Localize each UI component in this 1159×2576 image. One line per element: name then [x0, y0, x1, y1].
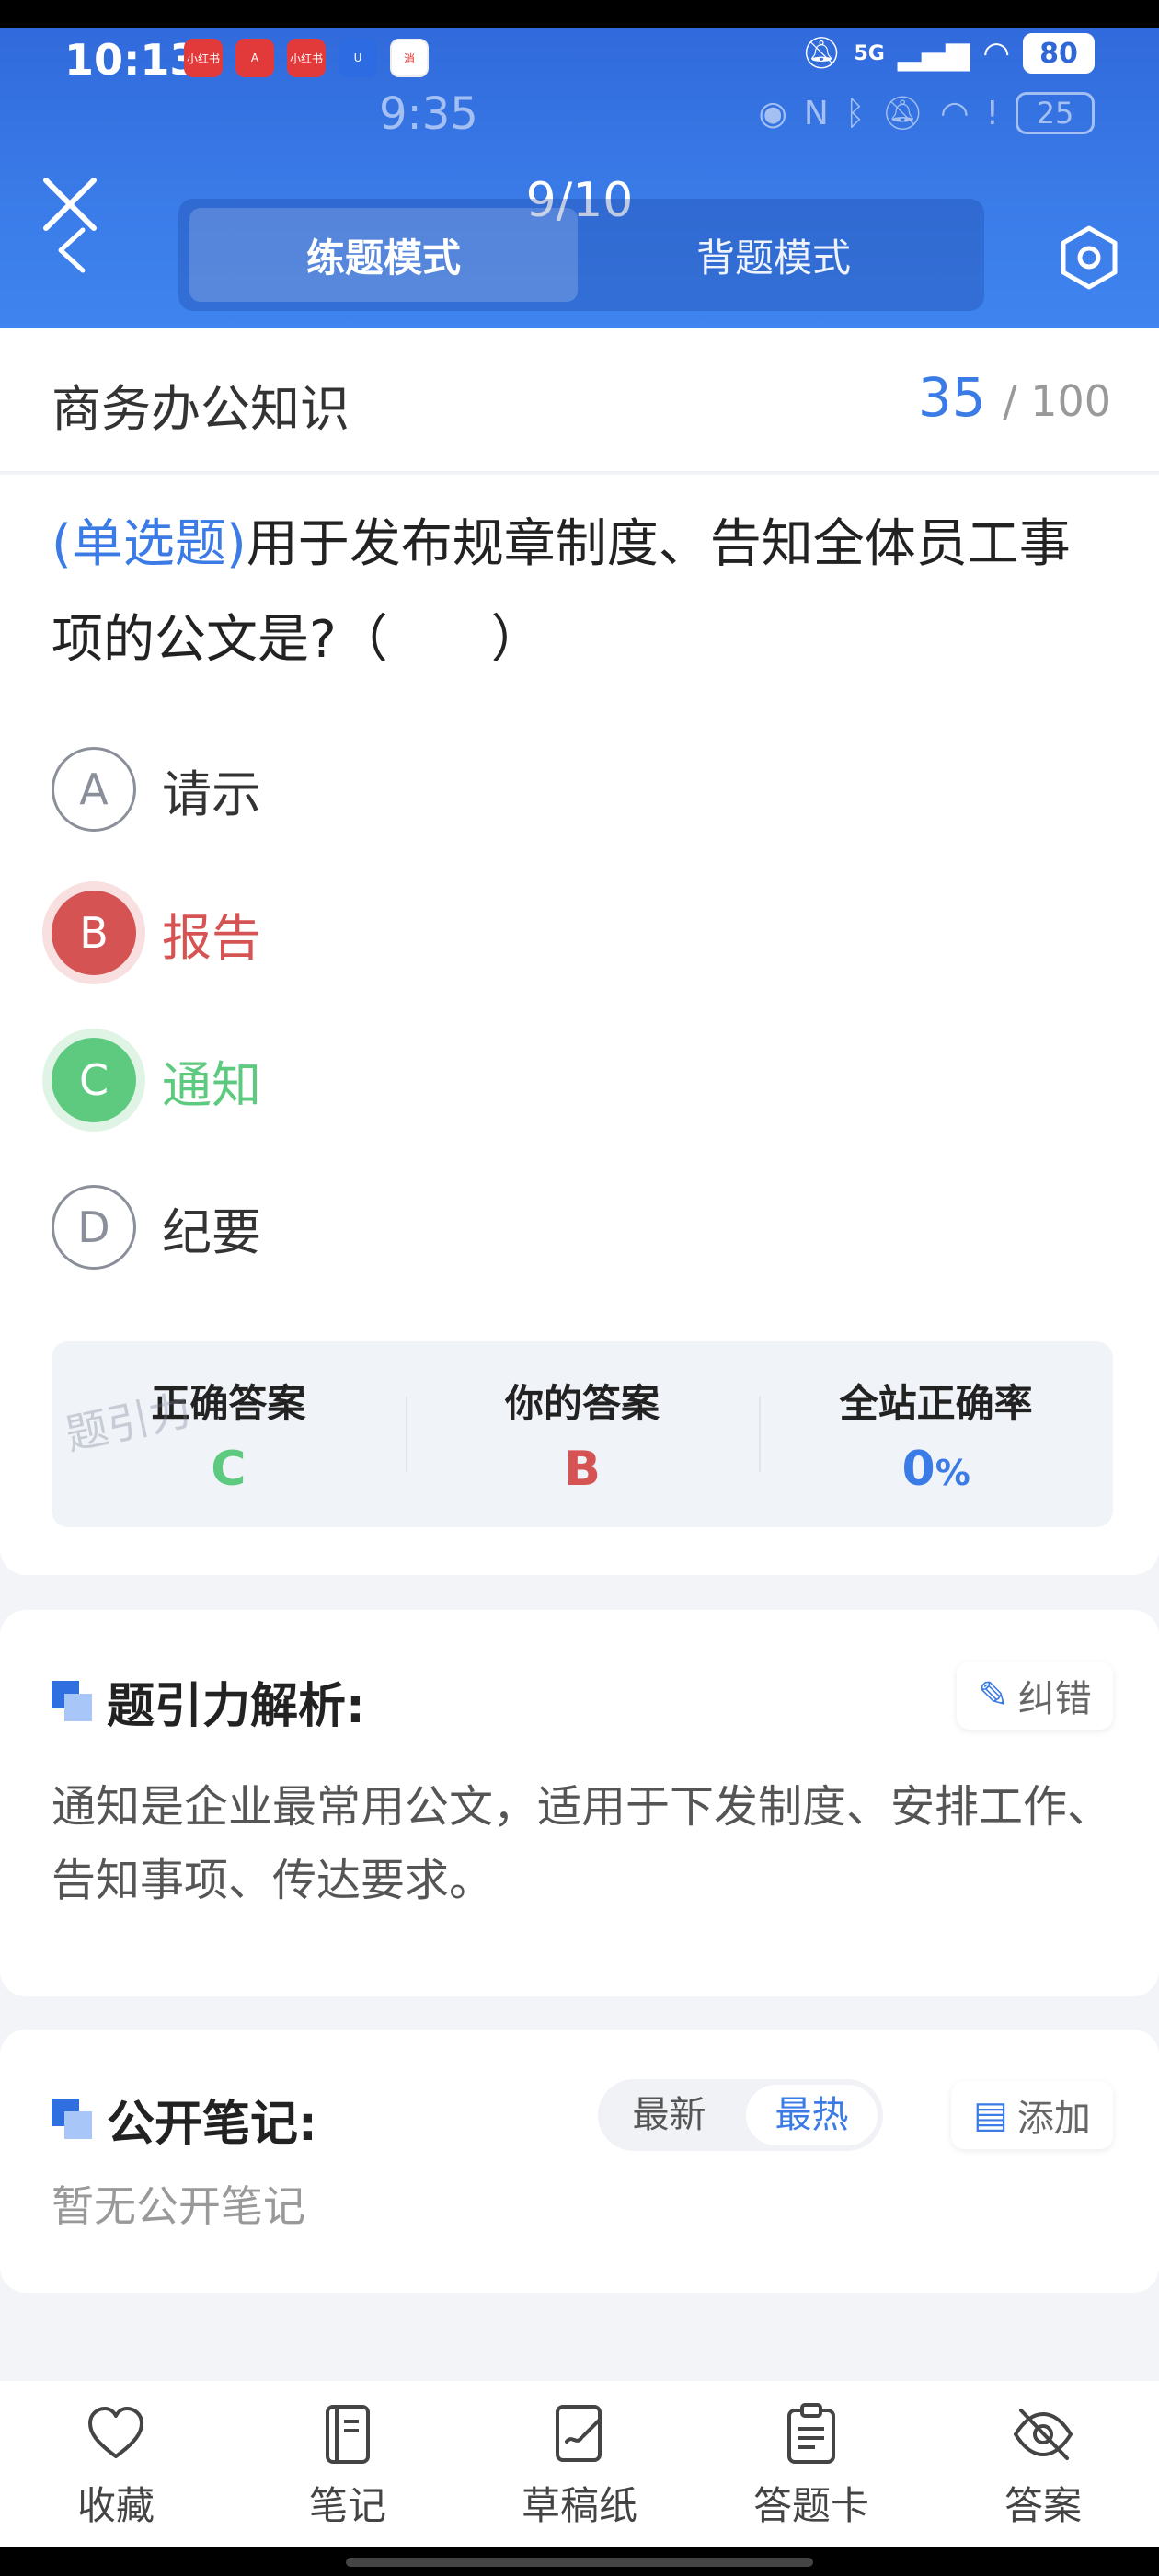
mute-icon: 🔕︎: [881, 95, 924, 132]
mute-icon: 🔕︎: [801, 35, 842, 72]
option-b[interactable]: B 报告: [52, 891, 261, 975]
app-icon: 消: [390, 39, 429, 77]
option-c[interactable]: C 通知: [52, 1038, 261, 1122]
mode-toggle: 练题模式 背题模式: [178, 199, 984, 311]
alert-icon: !: [985, 94, 999, 132]
settings-button[interactable]: [1054, 223, 1124, 293]
cell-signal-icon: ▂▄▆: [897, 35, 970, 72]
answer-sheet-label: 答题卡: [752, 2483, 869, 2528]
answer-summary: 正确答案 C 你的答案 B 全站正确率 0%: [52, 1341, 1113, 1527]
show-answer-button[interactable]: 答案: [927, 2381, 1159, 2547]
notes-label: 笔记: [308, 2483, 386, 2528]
correct-answer-value: C: [211, 1441, 247, 1497]
add-note-label: 添加: [1016, 2098, 1091, 2140]
edit-icon: ✎: [978, 1674, 1009, 1717]
secondary-battery-indicator: 25: [1016, 92, 1095, 134]
subject-title: 商务办公知识: [52, 380, 350, 438]
section-icon: [52, 2098, 94, 2141]
draft-icon: [556, 2405, 602, 2462]
notes-sort-toggle: 最新 最热: [598, 2079, 883, 2151]
wifi-icon: ◠: [940, 94, 970, 132]
draft-paper-button[interactable]: 草稿纸: [464, 2381, 695, 2547]
score-value: 35: [917, 366, 986, 429]
wifi-icon: ◠: [982, 35, 1010, 72]
settings-hexagon-icon: [1061, 225, 1118, 290]
accuracy-unit: %: [935, 1452, 970, 1493]
option-label: 纪要: [162, 1202, 261, 1261]
battery-indicator: 80: [1023, 33, 1095, 74]
sort-hottest-button[interactable]: 最热: [746, 2085, 878, 2145]
option-letter: D: [52, 1185, 136, 1270]
app-icon: 小红书: [184, 39, 223, 77]
notebook-icon: [326, 2405, 370, 2464]
note-add-icon: ▤: [973, 2094, 1008, 2136]
bluetooth-icon: ᛒ: [844, 94, 866, 132]
favorite-button[interactable]: 收藏: [0, 2381, 232, 2547]
question-type: (单选题): [52, 514, 247, 574]
report-error-button[interactable]: ✎ 纠错: [957, 1662, 1113, 1730]
empty-notes-text: 暂无公开笔记: [52, 2181, 305, 2231]
your-answer-value: B: [564, 1441, 601, 1497]
option-label: 请示: [162, 765, 261, 823]
favorite-label: 收藏: [76, 2483, 155, 2528]
score-total: / 100: [1003, 376, 1111, 426]
your-answer-label: 你的答案: [505, 1380, 660, 1426]
option-label: 报告: [162, 908, 261, 967]
home-indicator[interactable]: [346, 2558, 813, 2567]
accuracy-column: 全站正确率 0%: [759, 1341, 1113, 1527]
add-note-button[interactable]: ▤ 添加: [951, 2081, 1113, 2149]
app-icon: A: [235, 39, 274, 77]
bottom-toolbar: 收藏 笔记 草稿纸 答题卡 答案: [0, 2381, 1159, 2547]
show-answer-label: 答案: [1004, 2483, 1082, 2528]
section-icon: [52, 1680, 94, 1723]
question-text: (单选题)用于发布规章制度、告知全体员工事项的公文是?（ ）: [52, 497, 1119, 688]
notification-app-icons: 小红书 A 小红书 U 消: [184, 39, 429, 77]
analysis-title: 题引力解析:: [107, 1679, 365, 1734]
status-indicators: 🔕︎ 5G ▂▄▆ ◠ 80: [801, 33, 1095, 74]
option-a[interactable]: A 请示: [52, 747, 261, 832]
your-answer-column: 你的答案 B: [405, 1341, 760, 1527]
secondary-status-indicators: ◉ N ᛒ 🔕︎ ◠ ! 25: [758, 92, 1095, 134]
eye-off-icon: [1013, 2409, 1073, 2460]
score-display: 35 / 100: [918, 366, 1111, 429]
app-icon: 小红书: [287, 39, 326, 77]
option-letter: B: [52, 891, 136, 975]
back-button[interactable]: [53, 224, 90, 281]
option-letter: C: [52, 1038, 136, 1122]
notes-header: 公开笔记:: [52, 2085, 317, 2154]
draft-paper-label: 草稿纸: [521, 2483, 637, 2528]
accuracy-label: 全站正确率: [839, 1380, 1033, 1426]
app-icon: U: [339, 39, 377, 77]
notes-card: [0, 2030, 1159, 2293]
accuracy-number: 0: [901, 1441, 935, 1497]
secondary-status-time: 9:35: [379, 88, 478, 140]
analysis-header: 题引力解析:: [52, 1667, 365, 1736]
sort-newest-button[interactable]: 最新: [603, 2085, 735, 2145]
chevron-left-icon: [58, 227, 86, 273]
option-d[interactable]: D 纪要: [52, 1185, 261, 1270]
tab-review-mode[interactable]: 背题模式: [580, 208, 968, 302]
report-error-label: 纠错: [1017, 1678, 1092, 1720]
accuracy-value: 0%: [902, 1442, 970, 1497]
option-label: 通知: [162, 1055, 261, 1114]
option-letter: A: [52, 747, 136, 832]
eye-icon: ◉: [758, 94, 787, 132]
screen-top-edge: [0, 0, 1159, 28]
nfc-icon: N: [803, 94, 829, 132]
answer-sheet-button[interactable]: 答题卡: [695, 2381, 927, 2547]
analysis-text: 通知是企业最常用公文，适用于下发制度、安排工作、告知事项、传达要求。: [52, 1781, 1112, 1906]
status-time: 10:13: [64, 35, 200, 85]
heart-icon: [88, 2407, 143, 2458]
tab-practice-mode[interactable]: 练题模式: [189, 208, 578, 302]
notes-button[interactable]: 笔记: [232, 2381, 464, 2547]
clipboard-icon: [787, 2403, 835, 2464]
signal-label: 5G: [854, 41, 885, 65]
notes-title: 公开笔记:: [107, 2097, 317, 2152]
